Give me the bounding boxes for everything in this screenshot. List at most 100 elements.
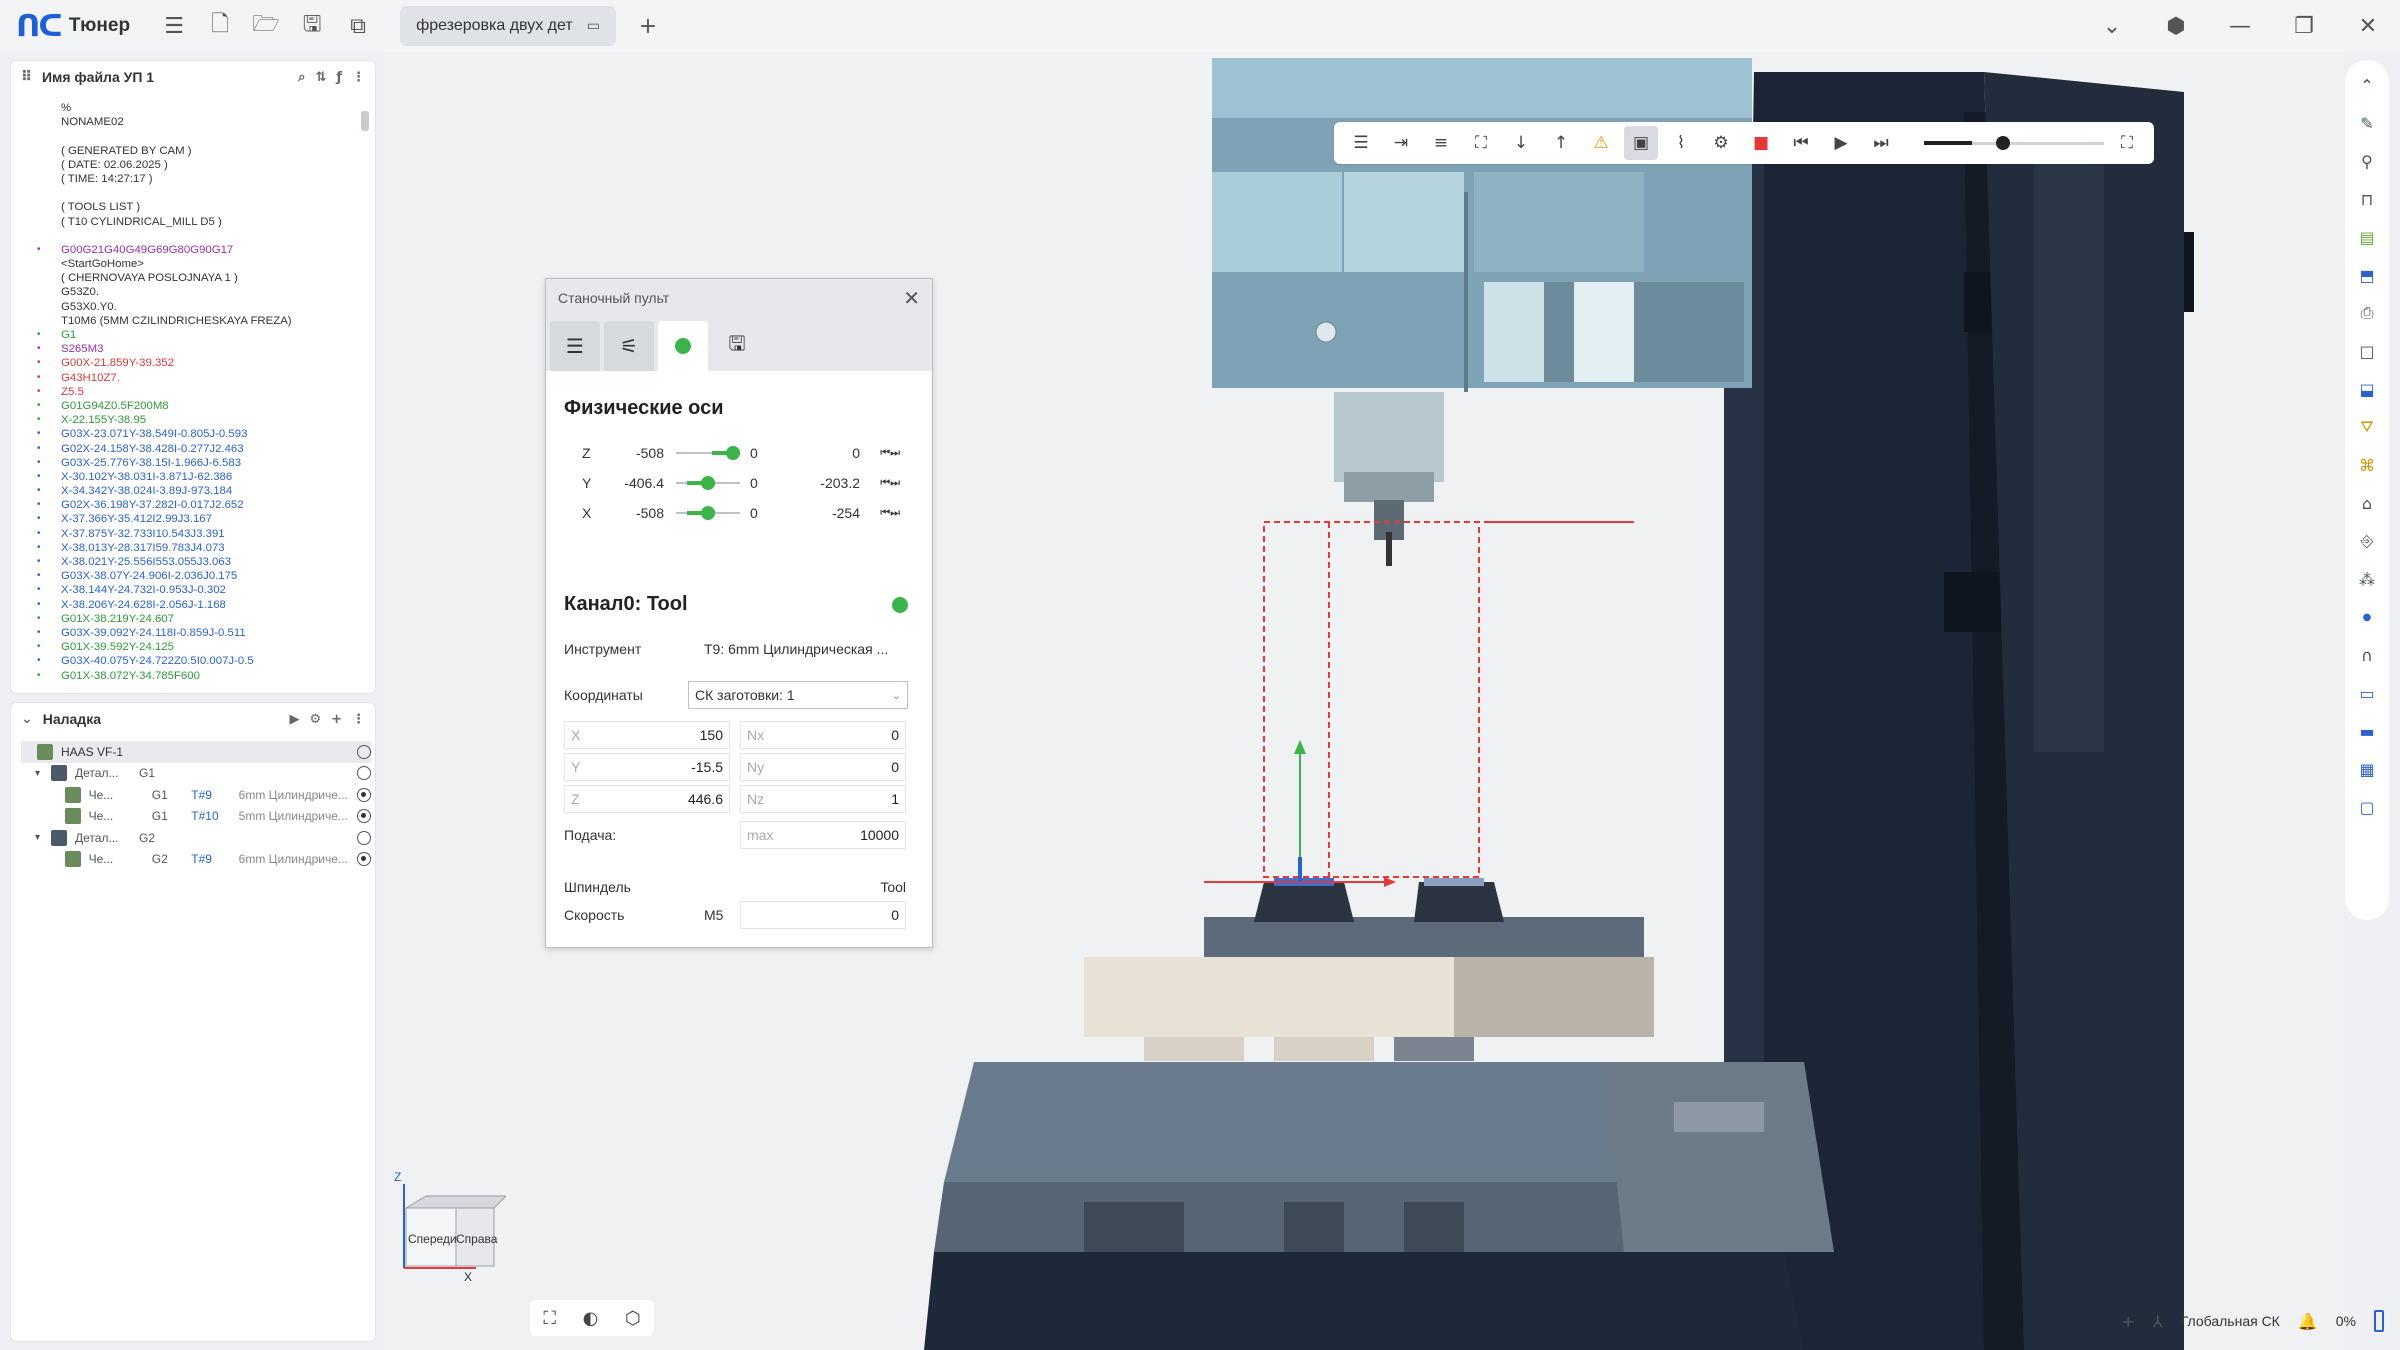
cup-icon[interactable]: ⛛ <box>2352 412 2382 442</box>
tree-radio[interactable] <box>357 809 371 824</box>
view-cube[interactable] <box>396 1168 506 1278</box>
setup-tree[interactable]: HAAS VF-1 ▾ Детал... G1 Че... G1 T#9 6mm Цилинд… <box>21 741 371 870</box>
expand-icon[interactable]: ▾ <box>35 768 51 779</box>
collapse-up-icon[interactable]: ⌃ <box>2352 70 2382 100</box>
tab-save-icon[interactable]: 🖫 <box>712 321 762 371</box>
function-icon[interactable]: ƒ <box>336 70 342 85</box>
code-line[interactable]: G53Z0. <box>21 285 361 299</box>
code-line[interactable] <box>21 129 361 143</box>
tree-row[interactable]: Че... G1 T#9 6mm Цилиндриче... <box>21 784 371 806</box>
lines-icon[interactable]: ≡ <box>1424 126 1458 160</box>
code-line[interactable]: T10M6 (5MM CZILINDRICHESKAYA FREZA) <box>21 314 361 328</box>
machine-view-icon[interactable]: ▣ <box>1624 126 1658 160</box>
book-icon[interactable]: ▭ <box>2352 678 2382 708</box>
tab-list-icon[interactable]: ☰ <box>550 321 600 371</box>
code-line[interactable]: ( TOOLS LIST ) <box>21 200 361 214</box>
menu-icon[interactable]: ☰ <box>156 8 192 44</box>
normal-input[interactable]: Nx 0 <box>740 721 906 749</box>
axis-jog-icon[interactable]: ⏮⏭ <box>860 476 900 490</box>
measure-icon[interactable]: ✎ <box>2352 108 2382 138</box>
more-icon[interactable]: ⋮ <box>352 70 365 85</box>
tree-radio[interactable] <box>357 766 371 781</box>
code-line[interactable]: • G00X-21.859Y-39.352 <box>21 356 361 370</box>
code-line[interactable]: ( DATE: 02.06.2025 ) <box>21 158 361 172</box>
code-line[interactable]: • G00G21G40G49G69G80G90G17 <box>21 243 361 257</box>
export-icon[interactable]: ⎆ <box>2352 526 2382 556</box>
close-icon[interactable]: ✕ <box>903 286 920 310</box>
normal-input[interactable]: Nz 1 <box>740 785 906 813</box>
pattern-icon[interactable]: ⁂ <box>2352 564 2382 594</box>
play-icon[interactable]: ▶ <box>1824 126 1858 160</box>
stop-icon[interactable]: ■ <box>1744 126 1778 160</box>
zoom-bar[interactable] <box>2374 1310 2384 1332</box>
code-line[interactable]: • X-38.206Y-24.628I-2.056J-1.168 <box>21 598 361 612</box>
view-cube-right[interactable]: Справа <box>456 1232 497 1246</box>
axis-value[interactable]: -203.2 <box>780 475 860 491</box>
code-line[interactable]: • S265M3 <box>21 342 361 356</box>
close-icon[interactable]: ✕ <box>2350 8 2386 44</box>
collapse-icon[interactable]: ⌄ <box>21 711 33 727</box>
code-line[interactable]: • G03X-40.075Y-24.722Z0.5I0.007J-0.5 <box>21 654 361 668</box>
axis-slider[interactable] <box>676 503 740 523</box>
code-line[interactable]: • G01X-38.219Y-24.607 <box>21 612 361 626</box>
gear-icon[interactable]: ⚙ <box>1704 126 1738 160</box>
tree-row[interactable]: Че... G2 T#9 6mm Цилиндриче... <box>21 849 371 871</box>
monitor-icon[interactable]: ▭ <box>587 18 600 34</box>
new-file-icon[interactable]: 🗋 <box>202 8 238 44</box>
collision-icon[interactable]: ⌇ <box>1664 126 1698 160</box>
layer-icon[interactable]: ⬒ <box>2352 260 2382 290</box>
coords-select[interactable]: СК заготовки: 1 ⌄ <box>688 681 908 709</box>
code-line[interactable]: <StartGoHome> <box>21 257 361 271</box>
code-line[interactable]: G53X0.Y0. <box>21 300 361 314</box>
shaded-view-icon[interactable]: ◐ <box>583 1308 599 1329</box>
step-up-icon[interactable]: ↑ <box>1544 126 1578 160</box>
tree-row[interactable]: HAAS VF-1 <box>21 741 371 763</box>
printer-icon[interactable]: ⎙ <box>2352 298 2382 328</box>
panel-icon[interactable]: ▬ <box>2352 716 2382 746</box>
code-line[interactable]: • X-37.366Y-35.412I2.99J3.167 <box>21 512 361 526</box>
code-line[interactable]: • G03X-39.092Y-24.118I-0.859J-0.511 <box>21 626 361 640</box>
normal-input[interactable]: Ny 0 <box>740 753 906 781</box>
code-line[interactable]: • G03X-38.07Y-24.906I-2.036J0.175 <box>21 569 361 583</box>
fixture-icon[interactable]: ⬓ <box>2352 374 2382 404</box>
program-scrollbar[interactable] <box>359 101 371 687</box>
save-icon[interactable]: 🖫 <box>294 8 330 44</box>
tree-row[interactable]: ▾ Детал... G2 <box>21 827 371 849</box>
code-line[interactable]: • X-38.021Y-25.556I553.055J3.063 <box>21 555 361 569</box>
add-icon[interactable]: + <box>2122 1312 2135 1331</box>
code-line[interactable]: • X-38.013Y-28.317I59.783J4.073 <box>21 541 361 555</box>
list-view-icon[interactable]: ☰ <box>1344 126 1378 160</box>
indent-icon[interactable]: ⇥ <box>1384 126 1418 160</box>
export-icon[interactable]: ⧉ <box>340 8 376 44</box>
frame-icon[interactable]: ⛶ <box>1464 126 1498 160</box>
tree-radio[interactable] <box>357 744 371 759</box>
add-tab-icon[interactable]: + <box>630 8 666 44</box>
code-line[interactable]: • X-30.102Y-38.031I-3.871J-62.386 <box>21 470 361 484</box>
code-line[interactable]: • X-37.875Y-32.733I10.543J3.391 <box>21 527 361 541</box>
coordinate-system-label[interactable]: Глобальная СК <box>2181 1313 2280 1329</box>
code-line[interactable]: • X-22.155Y-38.95 <box>21 413 361 427</box>
iso-view-icon[interactable]: ⬡ <box>625 1308 641 1329</box>
play-icon[interactable]: ▶ <box>289 712 299 727</box>
code-line[interactable]: NONAME02 <box>21 115 361 129</box>
code-line[interactable]: • X-34.342Y-38.024I-3.89J-973.184 <box>21 484 361 498</box>
axis-value[interactable]: 0 <box>780 445 860 461</box>
code-line[interactable]: ( CHERNOVAYA POSLOJNAYA 1 ) <box>21 271 361 285</box>
position-input[interactable]: X 150 <box>564 721 730 749</box>
code-line[interactable]: • G03X-23.071Y-38.549I-0.805J-0.593 <box>21 427 361 441</box>
code-line[interactable]: • Z5.5 <box>21 385 361 399</box>
tab-project[interactable]: фрезеровка двух дет ▭ <box>400 6 616 46</box>
warning-icon[interactable]: ⚠ <box>1584 126 1618 160</box>
chevron-down-icon[interactable]: ⌄ <box>2094 8 2130 44</box>
code-line[interactable]: • G43H10Z7. <box>21 371 361 385</box>
code-line[interactable]: • G1 <box>21 328 361 342</box>
code-line[interactable]: • G01X-38.072Y-34.785F600 <box>21 669 361 683</box>
settings-gear-icon[interactable]: ⬢ <box>2158 8 2194 44</box>
axis-slider[interactable] <box>676 473 740 493</box>
open-folder-icon[interactable]: 🗁 <box>248 8 284 44</box>
step-down-icon[interactable]: ↓ <box>1504 126 1538 160</box>
tool-icon[interactable]: ▤ <box>2352 222 2382 252</box>
feed-input[interactable]: max 10000 <box>740 821 906 849</box>
axis-jog-icon[interactable]: ⏮⏭ <box>860 446 900 460</box>
tree-radio[interactable] <box>357 852 371 867</box>
